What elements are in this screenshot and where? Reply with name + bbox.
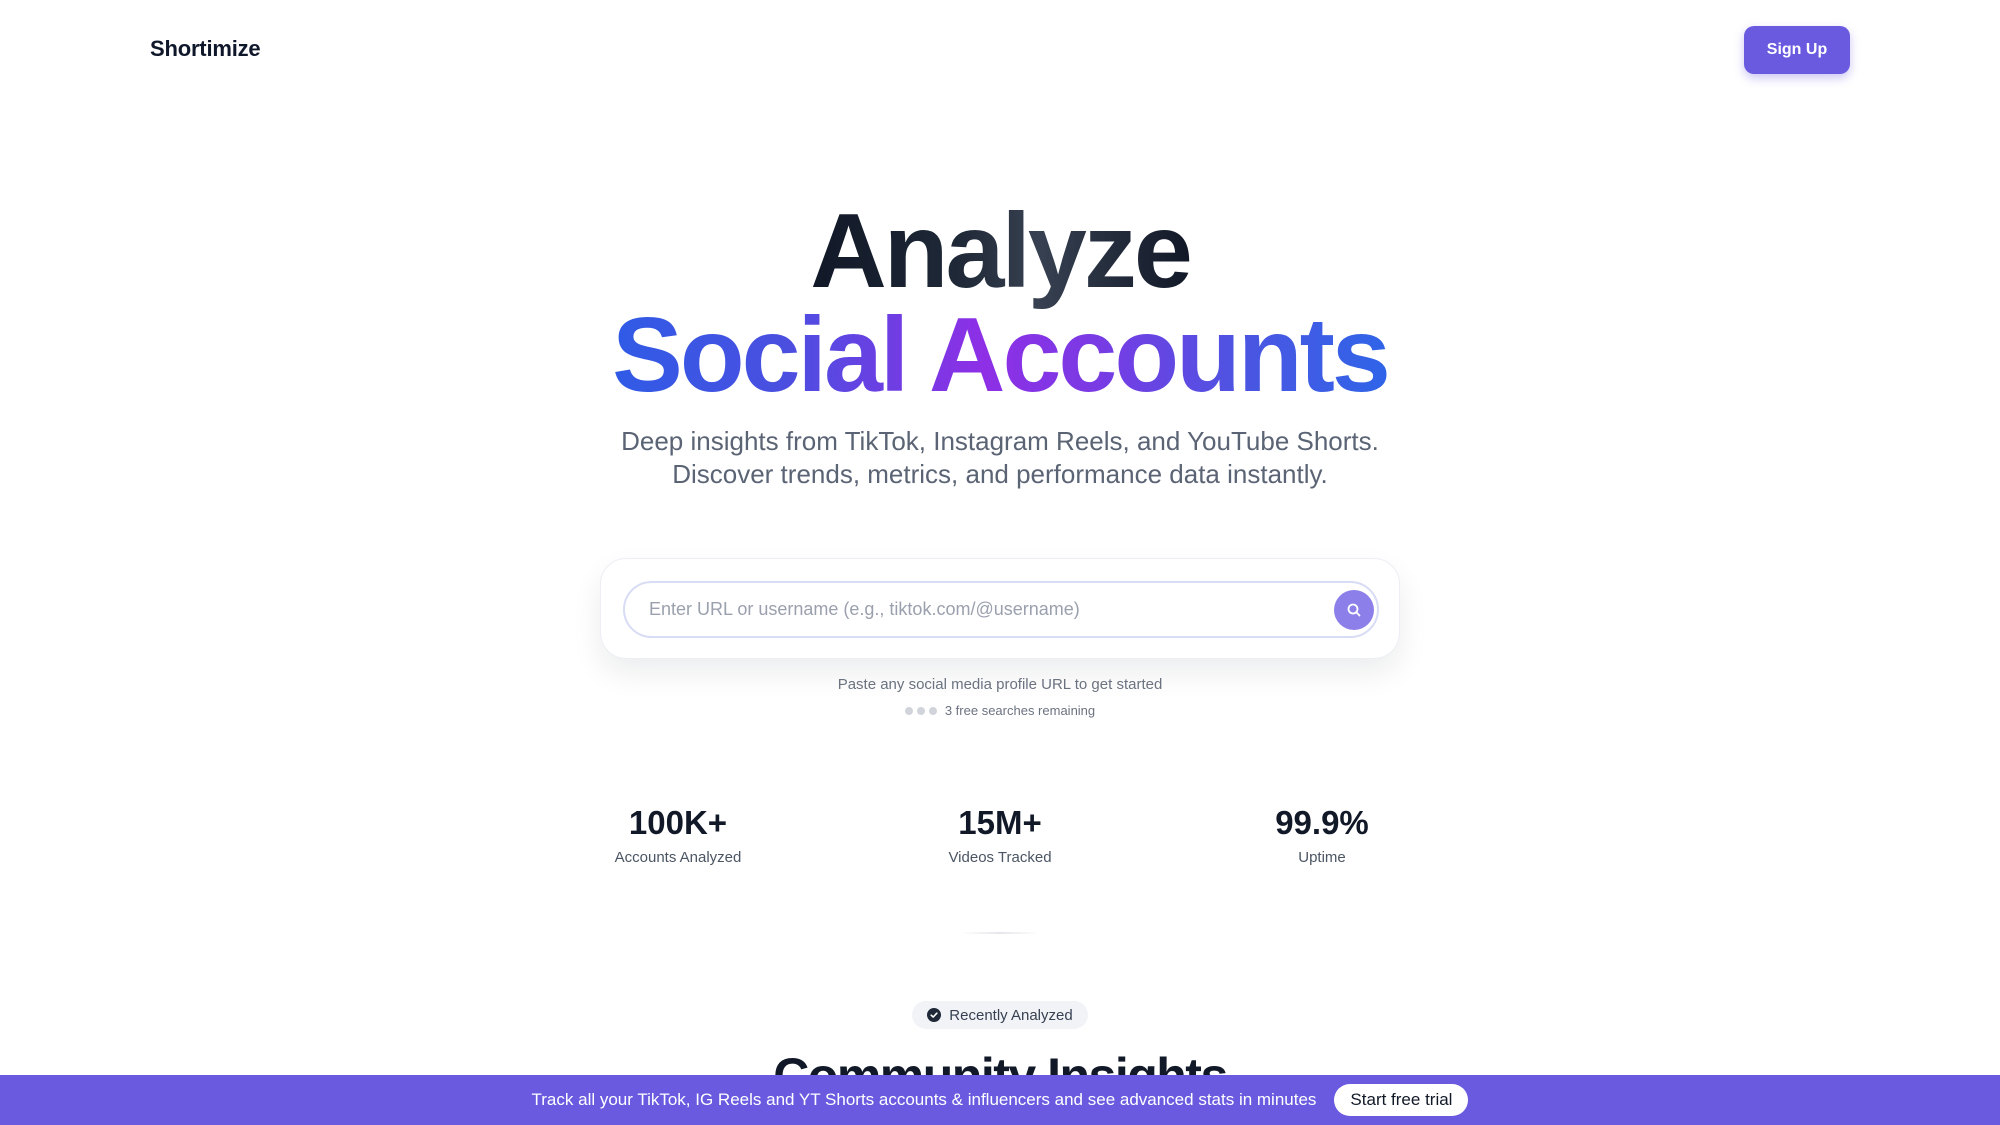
stat-videos-tracked: 15M+ Videos Tracked	[850, 803, 1150, 866]
search-button[interactable]	[1334, 590, 1374, 630]
remaining-dot	[904, 706, 913, 715]
search-card	[600, 558, 1400, 659]
stat-value: 99.9%	[1275, 804, 1369, 841]
recently-analyzed-badge: Recently Analyzed	[912, 1001, 1088, 1029]
hero-title-line1: Analyze	[0, 196, 2000, 306]
stat-label: Uptime	[1298, 849, 1346, 866]
section-divider	[960, 932, 1040, 934]
remaining-text: 3 free searches remaining	[944, 703, 1096, 718]
top-nav: Shortimize Sign Up	[0, 0, 2000, 100]
stat-label: Accounts Analyzed	[614, 849, 742, 866]
badge-label: Recently Analyzed	[949, 1006, 1073, 1024]
hero-title-line2-text: Social Accounts	[612, 296, 1391, 414]
stat-value: 15M+	[958, 804, 1042, 841]
hero-title-line1-text: Analyze	[810, 192, 1193, 310]
search-icon	[1347, 603, 1361, 617]
logo[interactable]: Shortimize	[150, 36, 261, 62]
remaining-dots	[904, 706, 937, 715]
stat-label: Videos Tracked	[948, 849, 1052, 866]
search-input[interactable]	[649, 583, 1289, 636]
hero-subtitle-line2: Discover trends, metrics, and performanc…	[672, 459, 1328, 489]
search-hint: Paste any social media profile URL to ge…	[837, 676, 1163, 693]
promo-banner: Track all your TikTok, IG Reels and YT S…	[0, 1075, 2000, 1125]
stat-uptime: 99.9% Uptime	[1172, 803, 1472, 866]
stat-accounts-analyzed: 100K+ Accounts Analyzed	[528, 803, 828, 866]
start-free-trial-button[interactable]: Start free trial	[1334, 1084, 1469, 1116]
check-circle-icon	[927, 1008, 942, 1022]
banner-text: Track all your TikTok, IG Reels and YT S…	[531, 1090, 1317, 1109]
hero-title-line2: Social Accounts	[0, 298, 2000, 412]
remaining-dot	[916, 706, 925, 715]
remaining-dot	[928, 706, 937, 715]
hero-subtitle-line1: Deep insights from TikTok, Instagram Ree…	[621, 426, 1379, 456]
stat-value: 100K+	[628, 804, 728, 841]
search-field[interactable]	[623, 581, 1379, 638]
sign-up-button[interactable]: Sign Up	[1744, 26, 1850, 74]
free-searches-remaining: 3 free searches remaining	[0, 703, 2000, 718]
